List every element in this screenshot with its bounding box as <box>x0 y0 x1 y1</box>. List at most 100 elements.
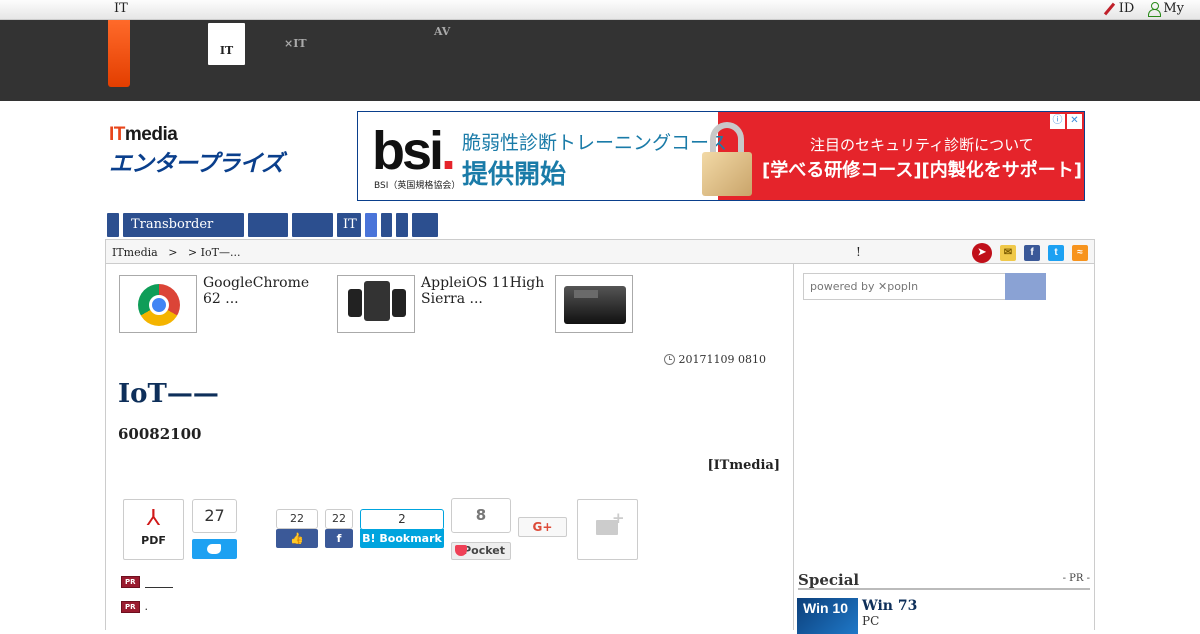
windows-thumbnail[interactable]: Win 10 <box>797 598 858 634</box>
twitter-icon[interactable]: t <box>1048 245 1064 261</box>
publish-date: 20171109 0810 <box>663 353 766 366</box>
chrome-icon <box>138 284 180 326</box>
my-link[interactable]: My <box>1148 1 1184 17</box>
ad-line2: 提供開始 <box>462 160 567 190</box>
like-count: 22 <box>276 509 318 529</box>
special-item-title[interactable]: Win 73 <box>862 598 917 614</box>
site-tab-av[interactable]: AV <box>434 26 450 48</box>
breadcrumb[interactable]: ITmedia > > IoT—... <box>112 246 240 259</box>
mail-add-button[interactable] <box>577 499 638 560</box>
site-tab-it[interactable]: IT <box>208 23 245 65</box>
ad-line1: 脆弱性診断トレーニングコース <box>462 132 728 154</box>
site-tab-line2: IT <box>219 44 234 57</box>
sidebar: Special - PR - Win 10 Win 73 PC <box>793 263 1095 634</box>
site-tab-line1: AV <box>434 25 451 38</box>
ad-line4: [学べる研修コース][内製化をサポート] <box>762 160 1083 181</box>
breadcrumb-mark: ! <box>856 245 861 259</box>
nav-item-transborder[interactable]: Transborder <box>123 213 244 237</box>
special-item-sub: PC <box>862 614 880 628</box>
pr-link[interactable]: PR <box>121 576 173 588</box>
ad-brand-sub: BSI（英国規格協会） <box>374 181 461 191</box>
utility-left-link[interactable]: IT <box>114 1 128 16</box>
nav-item-0[interactable] <box>107 213 119 237</box>
pdf-button[interactable]: ⅄ PDF <box>123 499 184 560</box>
pr-link[interactable]: PR . <box>121 600 148 613</box>
mail-icon[interactable]: ✉ <box>1000 245 1016 261</box>
top-share-icons: ➤ ✉ f t ≈ <box>972 243 1088 263</box>
logo-subtitle: エンタープライズ <box>109 151 284 177</box>
ad-brand-text: bsi <box>372 121 444 181</box>
google-plus-button[interactable]: G+ <box>518 517 567 537</box>
itmedia-home-tab[interactable] <box>108 20 130 87</box>
special-section-header: Special - PR - <box>798 570 1090 590</box>
site-tab-line1 <box>216 27 237 39</box>
arrow-right-icon[interactable]: ➤ <box>972 243 992 263</box>
facebook-share-button[interactable]: f <box>325 529 353 548</box>
related-item[interactable] <box>555 275 773 333</box>
ad-info-icon[interactable]: ⓘ <box>1050 114 1065 129</box>
nav-item-7[interactable] <box>396 213 408 237</box>
search-input[interactable] <box>803 273 1006 300</box>
iphone-thumbnail[interactable] <box>337 275 415 333</box>
ad-close-icon[interactable]: ✕ <box>1067 114 1082 129</box>
ad-line3: 注目のセキュリティ診断について <box>810 136 1034 154</box>
pdf-label: PDF <box>141 534 166 547</box>
site-tab-line2 <box>434 38 450 48</box>
pen-icon <box>1103 3 1115 15</box>
related-title[interactable]: AppleiOS 11High Sierra ... <box>421 275 544 333</box>
facebook-share-count: 22 <box>325 509 353 529</box>
article-title: IoT—— <box>118 379 219 409</box>
pocket-button[interactable]: Pocket <box>451 542 511 560</box>
date-text: 20171109 0810 <box>678 353 766 366</box>
tweet-count: 27 <box>192 499 237 533</box>
site-logo[interactable]: ITmedia エンタープライズ <box>109 124 314 177</box>
logo-it: IT <box>109 124 125 145</box>
special-heading: Special <box>798 571 860 589</box>
printer-thumbnail[interactable] <box>555 275 633 333</box>
logo-wordmark: ITmedia <box>109 124 314 146</box>
article-lead: 60082100 <box>118 425 202 443</box>
rss-icon[interactable]: ≈ <box>1072 245 1088 261</box>
related-articles: GoogleChrome 62 ... AppleiOS 11High Sier… <box>119 275 773 333</box>
nav-item-it[interactable]: IT <box>337 213 361 237</box>
nav-item-6[interactable] <box>381 213 392 237</box>
nav-item-3[interactable] <box>292 213 333 237</box>
special-item[interactable]: Win 10 Win 73 PC <box>797 598 917 634</box>
my-label: My <box>1163 1 1184 16</box>
hatena-label: Bookmark <box>379 532 442 545</box>
tweet-button[interactable] <box>192 539 237 559</box>
utility-bar: IT ID My <box>0 0 1200 20</box>
site-nav: IT ×IT AV <box>0 20 1200 101</box>
site-tab-x-it[interactable]: ×IT <box>284 28 307 50</box>
chrome-thumbnail[interactable] <box>119 275 197 333</box>
pr-text[interactable] <box>144 576 173 588</box>
pr-badge: PR <box>121 600 140 613</box>
padlock-icon <box>702 122 752 196</box>
hatena-bookmark-button[interactable]: B! Bookmark <box>360 529 444 548</box>
breadcrumb-bar: ITmedia > > IoT—... ! ➤ ✉ f t ≈ <box>105 239 1095 264</box>
pocket-count: 8 <box>451 498 511 533</box>
related-item[interactable]: GoogleChrome 62 ... <box>119 275 337 333</box>
ad-banner[interactable]: bsi. BSI（英国規格協会） 脆弱性診断トレーニングコース 提供開始 注目の… <box>357 111 1085 201</box>
special-pr-label: - PR - <box>1062 573 1090 584</box>
user-icon <box>1148 2 1162 17</box>
ad-brand: bsi. <box>372 121 456 181</box>
nav-item-5[interactable] <box>365 213 377 237</box>
nav-item-2[interactable] <box>248 213 288 237</box>
related-title[interactable]: GoogleChrome 62 ... <box>203 275 309 333</box>
phones-icon <box>348 281 406 327</box>
hatena-count: 2 <box>360 509 444 530</box>
facebook-like-button[interactable]: 👍 <box>276 529 318 548</box>
special-item-text: Win 73 PC <box>862 598 917 634</box>
pr-badge: PR <box>121 576 140 588</box>
nav-item-8[interactable] <box>412 213 438 237</box>
id-link[interactable]: ID <box>1103 1 1135 16</box>
main-column: GoogleChrome 62 ... AppleiOS 11High Sier… <box>105 263 794 630</box>
ad-controls: ⓘ ✕ <box>1050 114 1082 129</box>
facebook-icon[interactable]: f <box>1024 245 1040 261</box>
related-item[interactable]: AppleiOS 11High Sierra ... <box>337 275 555 333</box>
utility-right: ID My <box>1103 1 1184 17</box>
pr-text[interactable]: . <box>145 600 149 613</box>
search-button[interactable] <box>1005 273 1046 300</box>
printer-icon <box>564 286 626 324</box>
